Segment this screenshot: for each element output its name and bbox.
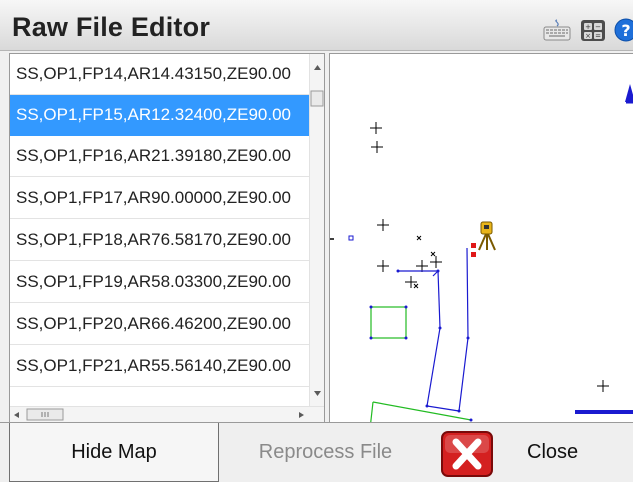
survey-points [370,122,609,392]
vertical-scrollbar[interactable] [309,54,324,406]
list-item[interactable]: SS,OP1,FP16,AR21.39180,ZE90.00 [10,136,309,177]
map-point-square [348,235,354,241]
list-item-selected[interactable]: SS,OP1,FP15,AR12.32400,ZE90.00 [10,95,309,136]
svg-text:=: = [595,32,601,40]
list-item[interactable]: SS,OP1,FP17,AR90.00000,ZE90.00 [10,178,309,219]
raw-record-list[interactable]: SS,OP1,FP14,AR14.43150,ZE90.00 SS,OP1,FP… [9,53,325,423]
list-item[interactable]: SS,OP1,FP18,AR76.58170,ZE90.00 [10,220,309,261]
close-x-icon [441,431,493,477]
red-marker [471,243,476,248]
traverse-lines [398,247,469,412]
help-icon[interactable]: ? [612,18,633,42]
boundary-lines [370,306,472,422]
list-item[interactable]: SS,OP1,FP21,AR55.56140,ZE90.00 [10,346,309,387]
window-title: Raw File Editor [12,12,211,42]
list-item[interactable]: SS,OP1,FP19,AR58.03300,ZE90.00 [10,262,309,303]
reprocess-file-button[interactable]: Reprocess File [220,423,431,482]
north-arrow-icon [625,84,633,102]
point-cross [416,260,428,272]
close-button-label: Close [527,441,579,463]
instrument-station-icon [478,221,496,251]
point-cross [430,256,442,268]
vertical-scroll-thumb[interactable] [310,90,324,107]
point-cross [377,260,389,272]
point-small-x [430,251,436,257]
bottom-toolbar: Hide Map Reprocess File Close [0,422,633,482]
horizontal-scrollbar[interactable] [10,406,324,422]
scroll-down-arrow-icon[interactable] [314,391,321,396]
close-button[interactable]: Close [431,423,633,482]
list-item[interactable]: SS,OP1,FP20,AR66.46200,ZE90.00 [10,304,309,345]
list-item[interactable]: SS,OP1,FP14,AR14.43150,ZE90.00 [10,54,309,95]
hide-map-button[interactable]: Hide Map [9,423,219,482]
red-marker [471,252,476,257]
scroll-right-arrow-icon[interactable] [299,412,304,418]
map-view[interactable] [329,53,633,423]
point-cross [371,141,383,153]
keyboard-icon[interactable] [543,18,571,42]
scroll-left-arrow-icon[interactable] [14,412,19,418]
svg-text:+: + [585,23,591,31]
title-bar: Raw File Editor + − × = ? [0,0,633,51]
point-cross [370,122,382,134]
scroll-up-arrow-icon[interactable] [314,65,321,70]
svg-text:?: ? [621,21,630,40]
svg-text:−: − [595,23,601,31]
point-cross [377,219,389,231]
calculator-icon[interactable]: + − × = [579,18,607,42]
traverse-vertices [396,269,470,413]
point-small-x [416,235,422,241]
point-cross [597,380,609,392]
point-small-x [413,283,419,289]
svg-text:×: × [585,32,591,40]
